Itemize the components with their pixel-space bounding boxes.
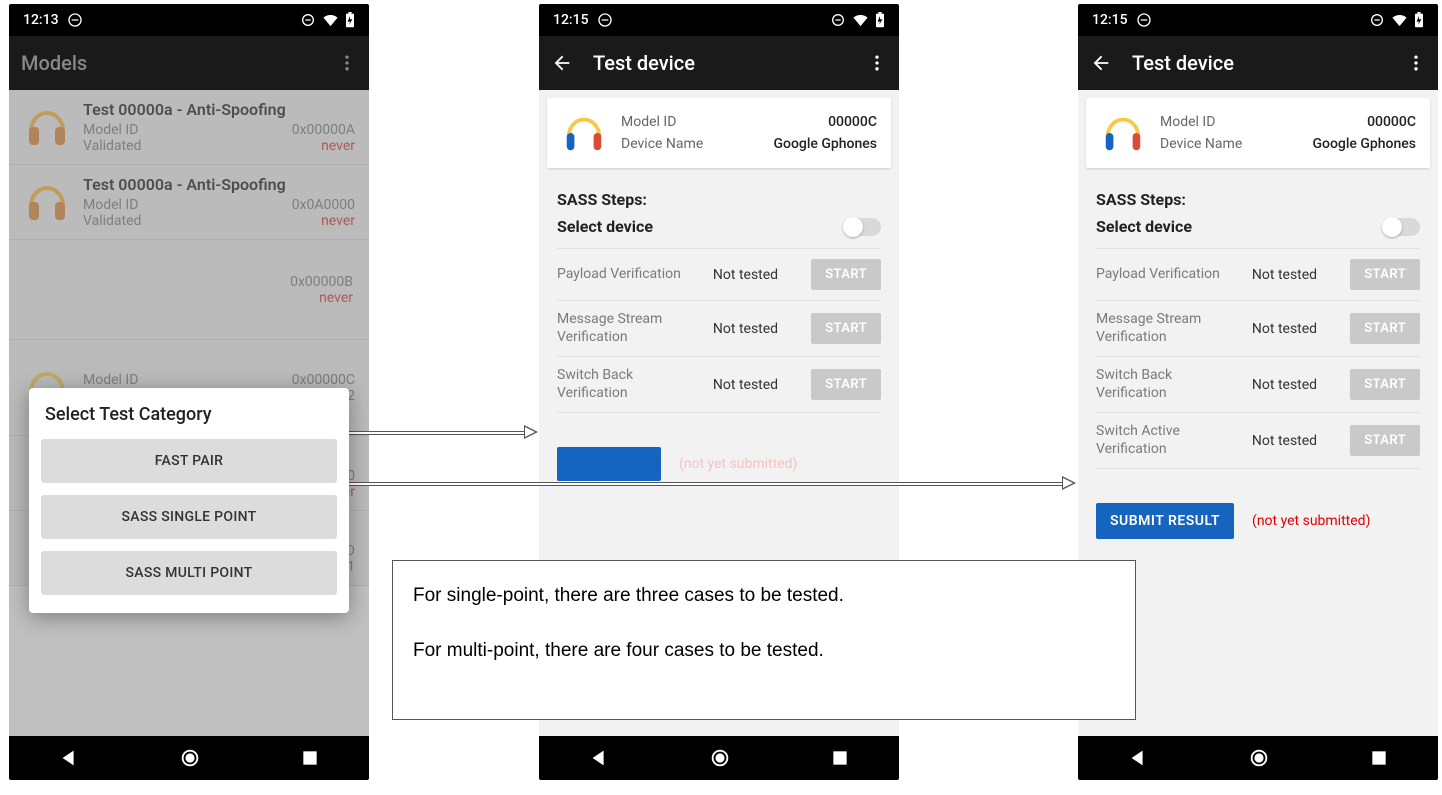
submit-result-button[interactable] xyxy=(557,447,661,481)
nav-home-icon[interactable] xyxy=(709,747,731,769)
headphones-icon xyxy=(1100,110,1146,156)
status-bar: 12:13 xyxy=(9,4,369,36)
nav-back-icon[interactable] xyxy=(588,747,610,769)
nav-bar xyxy=(539,736,899,780)
start-button[interactable]: START xyxy=(811,313,881,344)
status-time: 12:15 xyxy=(553,12,589,28)
battery-icon xyxy=(875,12,885,28)
submit-note: (not yet submitted) xyxy=(679,456,797,472)
model-list-item[interactable]: 0x00000B never xyxy=(9,240,369,340)
device-info-card: Model ID00000C Device NameGoogle Gphones xyxy=(1086,98,1430,168)
status-time: 12:13 xyxy=(23,12,59,28)
select-device-row: Select device xyxy=(557,217,881,236)
fast-pair-button[interactable]: FAST PAIR xyxy=(41,439,337,483)
select-device-switch[interactable] xyxy=(1384,218,1420,236)
select-device-label: Select device xyxy=(1096,217,1192,236)
page-title: Test device xyxy=(593,51,695,75)
select-test-category-dialog: Select Test Category FAST PAIR SASS SING… xyxy=(29,388,349,613)
step-row: Switch Back Verification Not tested STAR… xyxy=(557,356,881,412)
step-row: Switch Back Verification Not tested STAR… xyxy=(1096,356,1420,412)
nav-recent-icon[interactable] xyxy=(830,748,850,768)
headphones-icon xyxy=(23,103,71,151)
nav-bar xyxy=(1078,736,1438,780)
step-row: Message Stream Verification Not tested S… xyxy=(557,300,881,356)
circle-minus-icon xyxy=(830,12,846,28)
select-device-row: Select device xyxy=(1096,217,1420,236)
dnd-icon xyxy=(1136,12,1152,28)
phone-screenshot-1: 12:13 Models Test 00000a - Anti-Spoofing… xyxy=(9,4,369,780)
nav-back-icon[interactable] xyxy=(1127,747,1149,769)
submit-row: SUBMIT RESULT (not yet submitted) xyxy=(1096,503,1420,539)
steps-list: Payload Verification Not tested START Me… xyxy=(1096,248,1420,469)
flow-arrow-single-point xyxy=(340,425,538,439)
nav-recent-icon[interactable] xyxy=(1369,748,1389,768)
more-menu-icon[interactable] xyxy=(867,53,887,73)
step-row: Message Stream Verification Not tested S… xyxy=(1096,300,1420,356)
wifi-icon xyxy=(322,12,339,29)
app-bar: Models xyxy=(9,36,369,90)
battery-icon xyxy=(1414,12,1424,28)
more-menu-icon[interactable] xyxy=(1406,53,1426,73)
wifi-icon xyxy=(1391,12,1408,29)
nav-home-icon[interactable] xyxy=(1248,747,1270,769)
submit-row: (not yet submitted) xyxy=(557,447,881,481)
select-device-switch[interactable] xyxy=(845,218,881,236)
nav-bar xyxy=(9,736,369,780)
caption-line-1: For single-point, there are three cases … xyxy=(413,583,1115,610)
status-bar: 12:15 xyxy=(1078,4,1438,36)
content-area: Test 00000a - Anti-Spoofing Model ID0x00… xyxy=(9,90,369,736)
start-button[interactable]: START xyxy=(811,259,881,290)
wifi-icon xyxy=(852,12,869,29)
start-button[interactable]: START xyxy=(1350,259,1420,290)
status-bar: 12:15 xyxy=(539,4,899,36)
nav-back-icon[interactable] xyxy=(58,747,80,769)
steps-list: Payload Verification Not tested START Me… xyxy=(557,248,881,413)
model-list-item[interactable]: Test 00000a - Anti-Spoofing Model ID0x0A… xyxy=(9,165,369,240)
nav-recent-icon[interactable] xyxy=(300,748,320,768)
sass-steps-heading: SASS Steps: xyxy=(557,190,881,209)
app-bar: Test device xyxy=(539,36,899,90)
back-arrow-icon[interactable] xyxy=(1090,52,1112,74)
model-title: Test 00000a - Anti-Spoofing xyxy=(83,100,355,119)
model-list-item[interactable]: Test 00000a - Anti-Spoofing Model ID0x00… xyxy=(9,90,369,165)
nav-home-icon[interactable] xyxy=(179,747,201,769)
sass-steps-heading: SASS Steps: xyxy=(1096,190,1420,209)
model-title: Test 00000a - Anti-Spoofing xyxy=(83,175,355,194)
select-device-label: Select device xyxy=(557,217,653,236)
circle-minus-icon xyxy=(300,12,316,28)
headphones-icon xyxy=(23,178,71,226)
circle-minus-icon xyxy=(1369,12,1385,28)
dialog-title: Select Test Category xyxy=(45,404,333,425)
step-row: Payload Verification Not tested START xyxy=(557,248,881,300)
device-info-card: Model ID00000C Device NameGoogle Gphones xyxy=(547,98,891,168)
annotation-caption: For single-point, there are three cases … xyxy=(392,560,1136,720)
page-title: Test device xyxy=(1132,51,1234,75)
sass-multi-point-button[interactable]: SASS MULTI POINT xyxy=(41,551,337,595)
submit-note: (not yet submitted) xyxy=(1252,513,1370,529)
step-row: Payload Verification Not tested START xyxy=(1096,248,1420,300)
more-menu-icon[interactable] xyxy=(337,53,357,73)
submit-result-button[interactable]: SUBMIT RESULT xyxy=(1096,503,1234,539)
dnd-icon xyxy=(597,12,613,28)
start-button[interactable]: START xyxy=(1350,369,1420,400)
caption-line-2: For multi-point, there are four cases to… xyxy=(413,638,1115,665)
dnd-icon xyxy=(67,12,83,28)
sass-single-point-button[interactable]: SASS SINGLE POINT xyxy=(41,495,337,539)
start-button[interactable]: START xyxy=(1350,425,1420,456)
page-title: Models xyxy=(21,51,87,75)
status-time: 12:15 xyxy=(1092,12,1128,28)
headphones-icon xyxy=(561,110,607,156)
app-bar: Test device xyxy=(1078,36,1438,90)
back-arrow-icon[interactable] xyxy=(551,52,573,74)
step-row: Switch Active Verification Not tested ST… xyxy=(1096,412,1420,468)
battery-icon xyxy=(345,12,355,28)
start-button[interactable]: START xyxy=(811,369,881,400)
start-button[interactable]: START xyxy=(1350,313,1420,344)
